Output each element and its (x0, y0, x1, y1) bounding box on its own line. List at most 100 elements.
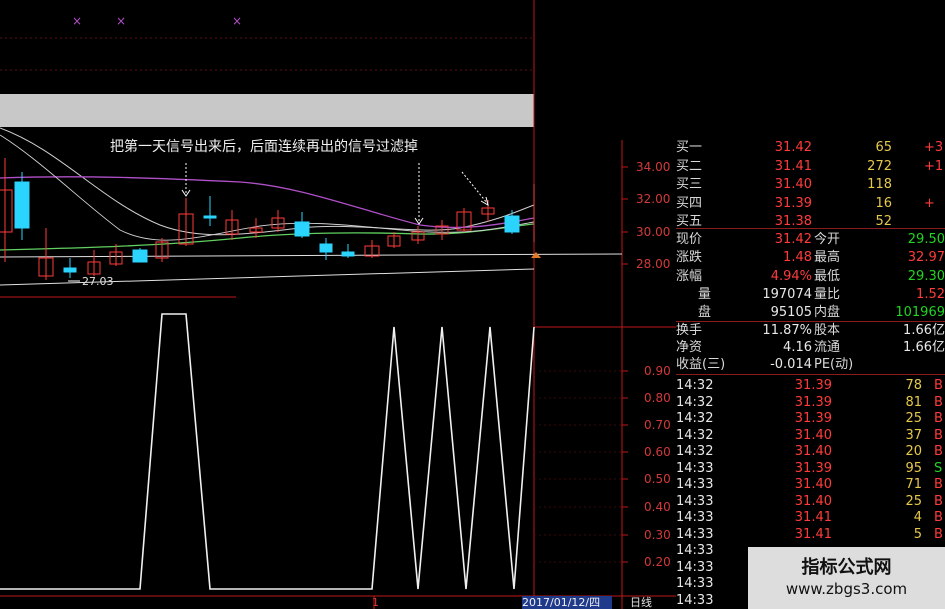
price-tick-label: 32.00 (636, 192, 670, 206)
tick-direction: B (934, 477, 943, 492)
quote-row: 涨幅 4.94% 最低 29.30 (676, 269, 945, 286)
bid-label: 买三 (676, 177, 703, 192)
tick-price: 31.40 (794, 493, 832, 509)
tick-row: 14:33 31.39 95 S (676, 461, 945, 478)
quote-label: 现价 (676, 232, 703, 247)
tick-price: 31.41 (794, 510, 832, 525)
tick-price: 31.40 (794, 427, 832, 443)
bid-volume: 118 (867, 177, 892, 192)
indicator-tick-label: 0.60 (644, 445, 671, 459)
tick-price: 31.41 (794, 526, 832, 542)
order-book-row: 买四 31.39 16 + (676, 196, 945, 213)
tick-row: 14:33 31.41 5 B (676, 527, 945, 544)
fundamental-label: PE(动) (814, 357, 854, 372)
quote-label: 量比 (814, 286, 841, 302)
marker-x: × (72, 14, 82, 28)
candle-body (14, 181, 30, 229)
fundamental-label: 流通 (814, 340, 841, 355)
tick-row: 14:33 31.40 71 B (676, 477, 945, 494)
tick-direction: B (934, 427, 943, 443)
quote-value: 197074 (762, 286, 812, 302)
bid-price: 31.41 (774, 158, 812, 174)
tick-direction: B (934, 510, 943, 525)
candle-body (132, 249, 148, 263)
quote-row: 盘 95105 内盘 101969 (676, 305, 945, 322)
tick-row: 14:33 31.41 4 B (676, 510, 945, 527)
marker-x: × (232, 14, 242, 28)
tick-volume: 25 (905, 411, 922, 426)
candle-body (203, 215, 217, 219)
tick-time: 14:32 (676, 427, 714, 443)
quote-row: 现价 31.42 今开 29.50 (676, 232, 945, 249)
candle-body (341, 251, 355, 257)
fundamental-value: 11.87% (762, 323, 812, 338)
period-selector[interactable]: 日线 (630, 596, 670, 609)
tick-time: 14:32 (676, 394, 714, 410)
tick-time: 14:32 (676, 411, 714, 426)
tick-time: 14:33 (676, 526, 714, 542)
tick-row: 14:33 31.40 25 B (676, 494, 945, 511)
panel-separator (676, 374, 945, 375)
quote-value: 95105 (770, 305, 812, 321)
quote-panel: 买一 31.42 65 +3 买二 31.41 272 +1 买三 31.40 118 买四 31.39… (676, 140, 945, 609)
quote-row: 量 197074 量比 1.52 (676, 287, 945, 304)
bid-volume: 65 (875, 140, 892, 155)
candlestick-series (0, 158, 535, 280)
order-book-row: 买一 31.42 65 +3 (676, 140, 945, 157)
trend-line (0, 268, 535, 286)
top-markers: × × × (72, 14, 242, 28)
quote-value: 32.97 (907, 250, 945, 266)
tick-direction: B (934, 378, 943, 393)
quote-label: 量 (698, 286, 712, 302)
quote-label: 盘 (698, 305, 712, 321)
bid-change: +1 (924, 158, 944, 174)
price-tick-label: 30.00 (636, 225, 670, 239)
price-axis: 34.00 32.00 30.00 28.00 (622, 160, 670, 271)
tick-time: 14:33 (676, 559, 714, 575)
indicator-tick-label: 0.50 (644, 472, 671, 486)
watermark-title: 指标公式网 (801, 557, 892, 578)
candle-body (63, 267, 77, 273)
tick-price: 31.40 (794, 444, 832, 459)
tick-time: 14:33 (676, 576, 714, 591)
signal-arrow (461, 171, 488, 204)
tick-row: 14:32 31.40 20 B (676, 444, 945, 461)
quote-value: 1.48 (783, 250, 812, 266)
cursor-index: 1 (372, 596, 379, 609)
low-price-label: 27.03 (82, 275, 114, 288)
tick-time: 14:33 (676, 592, 714, 608)
tick-direction: B (934, 411, 943, 426)
tick-volume: 81 (905, 394, 922, 410)
tick-direction: B (934, 493, 943, 509)
quote-label: 涨幅 (676, 268, 703, 284)
indicator-tick-label: 0.40 (644, 500, 671, 514)
tick-volume: 5 (913, 526, 922, 542)
fundamental-label: 换手 (676, 323, 703, 338)
bid-change: + (924, 195, 935, 211)
bid-price: 31.42 (774, 140, 812, 155)
fundamental-row: 净资 4.16 流通 1.66亿 (676, 340, 945, 357)
bid-label: 买二 (676, 158, 703, 174)
tick-volume: 71 (905, 477, 922, 492)
fundamental-value: 1.66亿 (903, 323, 945, 338)
tick-direction: B (934, 444, 943, 459)
indicator-tick-label: 0.90 (644, 364, 671, 378)
quote-value: 101969 (895, 305, 945, 321)
quote-value: 29.50 (907, 232, 945, 247)
candle-body (294, 221, 310, 237)
order-book-row: 买三 31.40 118 (676, 177, 945, 194)
quote-value: 4.94% (770, 268, 812, 284)
fundamental-row: 换手 11.87% 股本 1.66亿 (676, 323, 945, 340)
tick-volume: 37 (905, 427, 922, 443)
tick-row: 14:32 31.39 78 B (676, 378, 945, 395)
signal-indicator-line (0, 313, 535, 590)
indicator-axis: 0.90 0.80 0.70 0.60 0.50 0.40 0.30 0.20 (534, 364, 671, 569)
signal-arrowhead (480, 196, 489, 207)
quote-label: 涨跌 (676, 250, 703, 266)
support-line (0, 253, 623, 258)
tick-time: 14:33 (676, 493, 714, 509)
price-tick-label: 34.00 (636, 160, 670, 174)
candle-body (504, 215, 520, 233)
watermark: 指标公式网 www.zbgs3.com (748, 547, 945, 609)
fundamental-value: 4.16 (783, 340, 812, 355)
